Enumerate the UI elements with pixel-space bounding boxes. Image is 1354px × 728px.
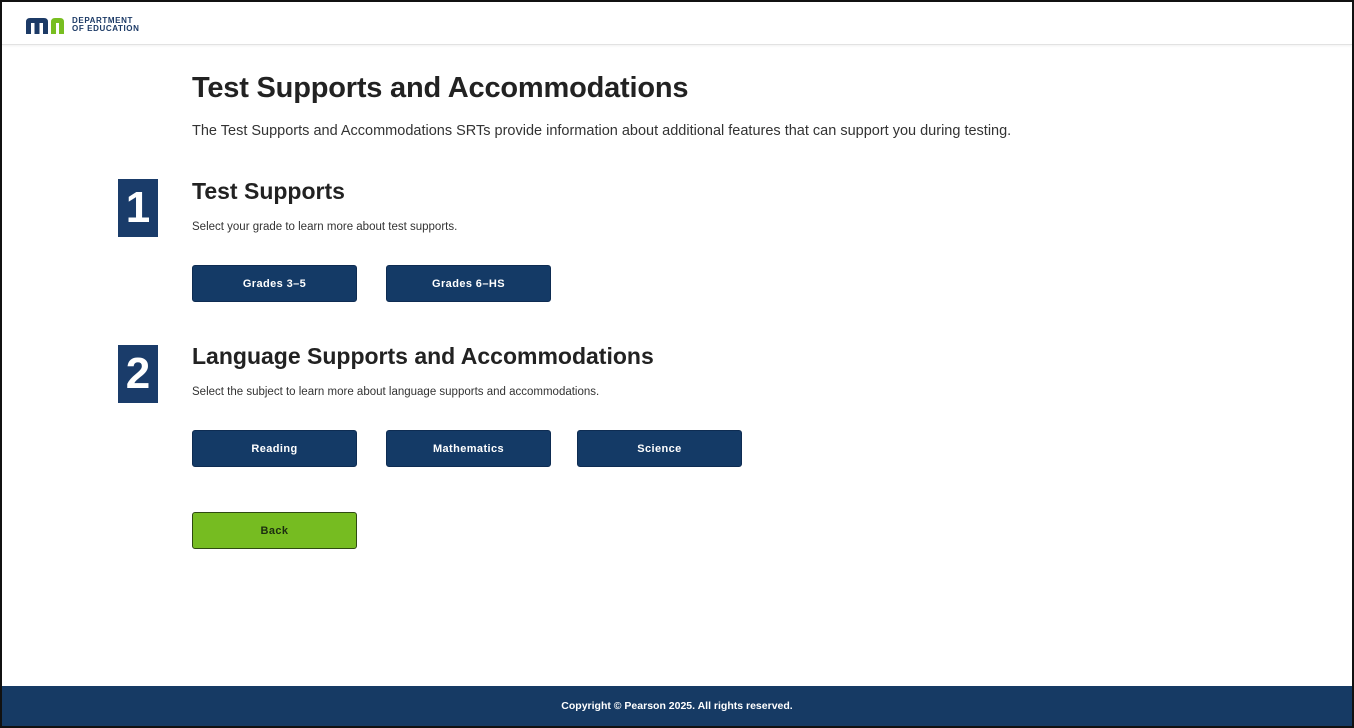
step-1-badge: 1 [118,179,158,237]
header-bar: DEPARTMENT OF EDUCATION [2,2,1352,45]
page-frame: DEPARTMENT OF EDUCATION Test Supports an… [0,0,1354,728]
mn-logo-icon [26,18,64,34]
mathematics-button[interactable]: Mathematics [386,430,551,467]
section-1-description: Select your grade to learn more about te… [192,221,458,233]
section-2-description: Select the subject to learn more about l… [192,386,600,398]
science-button[interactable]: Science [577,430,742,467]
mn-education-logo[interactable]: DEPARTMENT OF EDUCATION [24,14,140,36]
grades-3-5-button[interactable]: Grades 3–5 [192,265,357,302]
logo-line-2: OF EDUCATION [72,24,140,33]
logo-wordmark: DEPARTMENT OF EDUCATION [72,17,140,33]
step-2-badge: 2 [118,345,158,403]
page-intro: The Test Supports and Accommodations SRT… [192,123,1012,139]
page-title: Test Supports and Accommodations [192,72,689,104]
reading-button[interactable]: Reading [192,430,357,467]
section-1-title: Test Supports [192,178,345,204]
grades-6-hs-button[interactable]: Grades 6–HS [386,265,551,302]
copyright-text: Copyright © Pearson 2025. All rights res… [561,700,793,712]
back-button[interactable]: Back [192,512,357,549]
section-2-title: Language Supports and Accommodations [192,343,654,369]
footer-bar: Copyright © Pearson 2025. All rights res… [2,686,1352,726]
